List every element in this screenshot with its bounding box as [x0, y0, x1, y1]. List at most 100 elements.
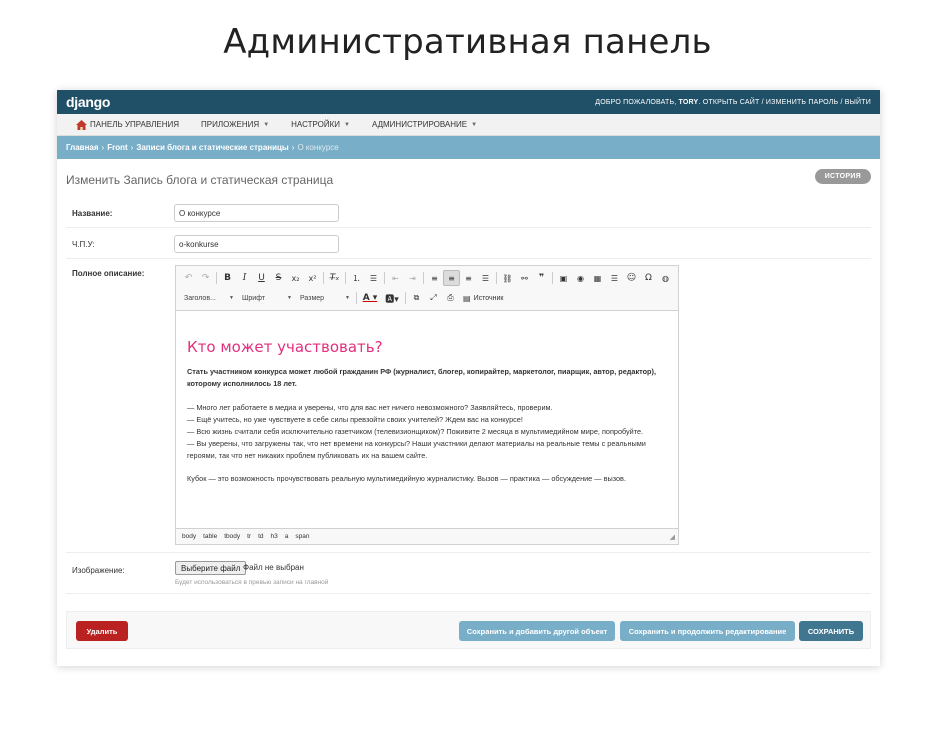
- rich-text-editor: ↶ ↷ B I U S x₂ x² T̶ₓ ⒈ ☰ ⇤ ⇥ ≡ ≡ ≡ ☰ ⛓ …: [175, 265, 679, 545]
- file-status: Файл не выбран: [243, 563, 304, 572]
- align-center-icon[interactable]: ≡: [443, 270, 460, 286]
- menu-applications-label: ПРИЛОЖЕНИЯ: [201, 120, 260, 129]
- breadcrumb: Главная › Front › Записи блога и статическ…: [57, 136, 880, 159]
- resize-handle-icon[interactable]: ◢: [670, 533, 675, 541]
- image-help-text: Будет использоваться в превью записи на …: [175, 579, 329, 586]
- save-add-another-button[interactable]: Сохранить и добавить другой объект: [459, 621, 615, 641]
- horizontal-rule-icon[interactable]: ☰: [606, 270, 623, 286]
- align-right-icon[interactable]: ≡: [460, 270, 477, 286]
- content-bold-paragraph: Стать участником конкурса может любой гр…: [187, 367, 656, 388]
- source-label: Источник: [473, 294, 504, 302]
- delete-button[interactable]: Удалить: [76, 621, 128, 641]
- menu-applications[interactable]: ПРИЛОЖЕНИЯ ▼: [190, 114, 280, 136]
- italic-icon[interactable]: I: [236, 270, 253, 286]
- image-icon[interactable]: ▣: [555, 270, 572, 286]
- content-line: — Ещё учитесь, но уже чувствуете в себе …: [187, 415, 523, 424]
- subscript-icon[interactable]: x₂: [287, 270, 304, 286]
- bold-icon[interactable]: B: [219, 270, 236, 286]
- path-item[interactable]: a: [285, 533, 289, 540]
- history-button[interactable]: ИСТОРИЯ: [814, 169, 871, 184]
- chevron-down-icon: ▼: [345, 295, 350, 301]
- align-justify-icon[interactable]: ☰: [477, 270, 494, 286]
- breadcrumb-home[interactable]: Главная: [66, 143, 99, 152]
- change-password-link[interactable]: ИЗМЕНИТЬ ПАРОЛЬ: [766, 99, 838, 106]
- background-color-icon[interactable]: 🅰▾: [381, 290, 403, 306]
- format-combo[interactable]: Заголов... ▼: [180, 290, 238, 306]
- underline-icon[interactable]: U: [253, 270, 270, 286]
- save-button[interactable]: СОХРАНИТЬ: [799, 621, 863, 641]
- maximize-icon[interactable]: ⧉: [408, 290, 425, 306]
- fullscreen-icon[interactable]: ⤢: [425, 290, 442, 306]
- description-label: Полное описание:: [72, 269, 145, 278]
- path-item[interactable]: h3: [271, 533, 278, 540]
- special-char-icon[interactable]: Ω: [640, 270, 657, 286]
- redo-icon[interactable]: ↷: [197, 270, 214, 286]
- editor-content[interactable]: Кто может участвовать? Стать участником …: [176, 311, 678, 529]
- preview-icon[interactable]: ⎙: [442, 290, 459, 306]
- content-closing: Кубок — это возможность прочувствовать р…: [187, 474, 626, 483]
- path-item[interactable]: body: [182, 533, 196, 540]
- slug-input[interactable]: [174, 235, 339, 253]
- chevron-down-icon: ▼: [229, 295, 234, 301]
- content-title: Изменить Запись блога и статическая стра…: [66, 173, 334, 187]
- breadcrumb-front[interactable]: Front: [107, 143, 127, 152]
- menu-administration[interactable]: АДМИНИСТРИРОВАНИЕ ▼: [361, 114, 488, 136]
- content-line: — Много лет работаете в медиа и уверены,…: [187, 403, 553, 412]
- path-item[interactable]: tr: [247, 533, 251, 540]
- superscript-icon[interactable]: x²: [304, 270, 321, 286]
- outdent-icon[interactable]: ⇤: [387, 270, 404, 286]
- path-item[interactable]: tbody: [224, 533, 240, 540]
- username: TORY: [678, 98, 699, 106]
- breadcrumb-current: О конкурсе: [297, 143, 339, 152]
- path-item[interactable]: td: [258, 533, 263, 540]
- image-label: Изображение:: [72, 566, 125, 575]
- remove-format-icon[interactable]: T̶ₓ: [326, 270, 343, 286]
- menu-administration-label: АДМИНИСТРИРОВАНИЕ: [372, 120, 468, 129]
- align-left-icon[interactable]: ≡: [426, 270, 443, 286]
- numbered-list-icon[interactable]: ⒈: [348, 270, 365, 286]
- content-line: — Вы уверены, что загружены так, что нет…: [187, 439, 646, 460]
- bulleted-list-icon[interactable]: ☰: [365, 270, 382, 286]
- menu-settings[interactable]: НАСТРОЙКИ ▼: [280, 114, 361, 136]
- choose-file-button[interactable]: Выберите файл: [175, 561, 247, 575]
- brand-logo[interactable]: django: [66, 94, 110, 110]
- logout-link[interactable]: ВЫЙТИ: [845, 99, 871, 106]
- menu-settings-label: НАСТРОЙКИ: [291, 120, 341, 129]
- slug-label: Ч.П.У:: [72, 240, 95, 249]
- strikethrough-icon[interactable]: S: [270, 270, 287, 286]
- size-combo[interactable]: Размер ▼: [296, 290, 354, 306]
- name-input[interactable]: [174, 204, 339, 222]
- chevron-down-icon: ▼: [471, 121, 478, 128]
- content-lines: — Много лет работаете в медиа и уверены,…: [187, 402, 667, 462]
- iframe-icon[interactable]: ◍: [657, 270, 674, 286]
- chevron-down-icon: ▼: [287, 295, 292, 301]
- chevron-down-icon: ▼: [344, 121, 350, 128]
- name-label: Название:: [72, 209, 113, 218]
- table-icon[interactable]: ▦: [589, 270, 606, 286]
- path-item[interactable]: span: [295, 533, 309, 540]
- font-combo-label: Шрифт: [242, 294, 266, 302]
- chevron-down-icon: ▼: [263, 121, 270, 128]
- menu-dashboard-label: ПАНЕЛЬ УПРАВЛЕНИЯ: [90, 120, 180, 129]
- link-icon[interactable]: ⛓: [499, 270, 516, 286]
- content-header: Изменить Запись блога и статическая стра…: [57, 159, 880, 199]
- size-combo-label: Размер: [300, 294, 325, 302]
- flash-icon[interactable]: ◉: [572, 270, 589, 286]
- save-continue-button[interactable]: Сохранить и продолжить редактирование: [620, 621, 795, 641]
- font-combo[interactable]: Шрифт ▼: [238, 290, 296, 306]
- unlink-icon[interactable]: ⚯: [516, 270, 533, 286]
- element-path-bar: body table tbody tr td h3 a span ◢: [176, 528, 678, 544]
- indent-icon[interactable]: ⇥: [404, 270, 421, 286]
- breadcrumb-model[interactable]: Записи блога и статические страницы: [136, 143, 288, 152]
- menu-dashboard[interactable]: ПАНЕЛЬ УПРАВЛЕНИЯ: [65, 114, 190, 136]
- path-item[interactable]: table: [203, 533, 217, 540]
- source-button[interactable]: ▤ Источник: [459, 294, 507, 303]
- undo-icon[interactable]: ↶: [180, 270, 197, 286]
- form-row-slug: Ч.П.У:: [66, 228, 871, 259]
- text-color-icon[interactable]: A ▾: [359, 290, 381, 306]
- blockquote-icon[interactable]: ❞: [533, 270, 550, 286]
- content-line: — Всю жизнь считали себя исключительно г…: [187, 427, 644, 436]
- view-site-link[interactable]: ОТКРЫТЬ САЙТ: [703, 99, 760, 106]
- welcome-text: ДОБРО ПОЖАЛОВАТЬ,: [595, 98, 677, 106]
- smiley-icon[interactable]: ☺: [623, 270, 640, 286]
